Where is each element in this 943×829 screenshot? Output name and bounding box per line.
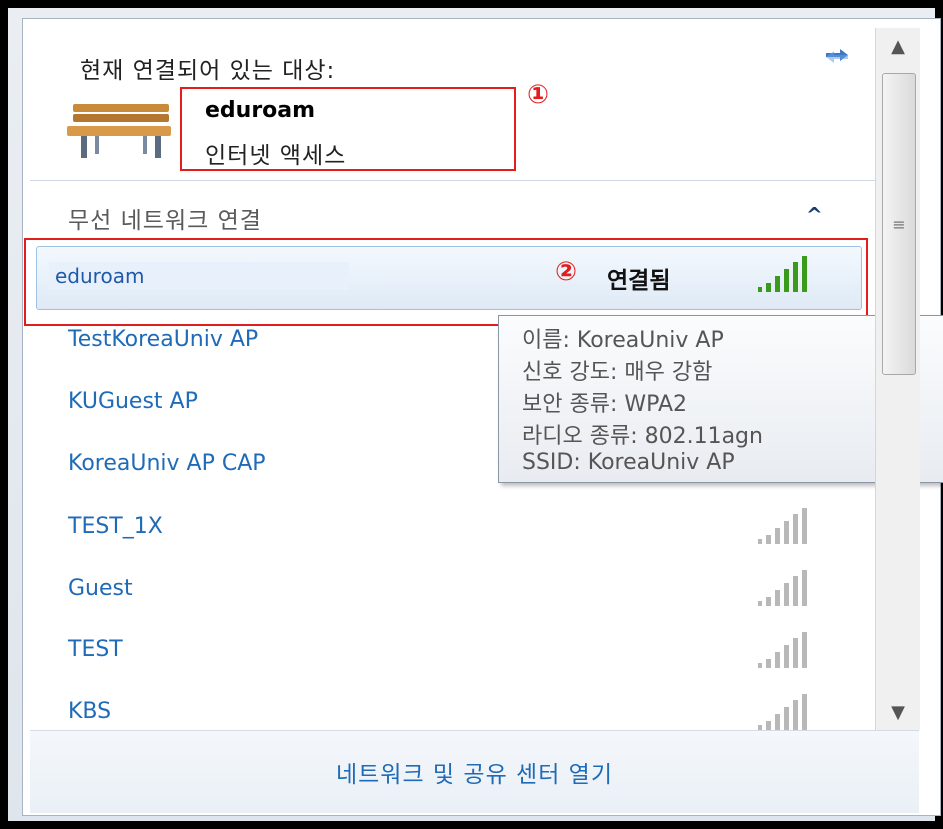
tooltip-line: SSID: KoreaUniv AP: [522, 450, 735, 475]
selected-highlight-box: [24, 238, 868, 326]
connected-title: 현재 연결되어 있는 대상:: [80, 58, 336, 84]
footer-bar: 네트워크 및 공유 센터 열기: [30, 730, 919, 813]
wireless-section-title: 무선 네트워크 연결: [68, 208, 262, 234]
network-item-5-name[interactable]: TEST: [68, 637, 123, 662]
network-item-1-name[interactable]: KUGuest AP: [68, 389, 198, 414]
tooltip-line: 라디오 종류: 802.11agn: [522, 424, 763, 449]
signal-icon: [758, 570, 807, 606]
scroll-thumb[interactable]: ≡: [882, 73, 916, 375]
connected-network-name: eduroam: [205, 98, 316, 123]
scrollbar[interactable]: ▲ ≡ ▼: [875, 28, 920, 730]
collapse-icon[interactable]: ^: [806, 203, 823, 227]
network-item-2-name[interactable]: KoreaUniv AP CAP: [68, 451, 266, 476]
network-item-4-name[interactable]: Guest: [68, 576, 133, 601]
divider: [30, 180, 875, 181]
open-network-center-link[interactable]: 네트워크 및 공유 센터 열기: [30, 731, 919, 813]
tooltip-line: 이름: KoreaUniv AP: [522, 328, 724, 353]
signal-icon: [758, 632, 807, 668]
signal-icon: [758, 508, 807, 544]
scroll-down-icon[interactable]: ▼: [876, 694, 920, 730]
signal-icon: [758, 694, 807, 730]
refresh-icon[interactable]: [822, 45, 852, 67]
network-item-6-name[interactable]: KBS: [68, 699, 111, 724]
tooltip-line: 보안 종류: WPA2: [522, 392, 688, 417]
bench-icon: [67, 104, 171, 158]
scroll-up-icon[interactable]: ▲: [876, 28, 920, 64]
annotation-marker-1: ①: [527, 80, 550, 110]
connected-network-status: 인터넷 액세스: [205, 143, 347, 169]
network-item-0-name[interactable]: TestKoreaUniv AP: [68, 327, 258, 352]
network-item-3-name[interactable]: TEST_1X: [68, 514, 163, 539]
tooltip-line: 신호 강도: 매우 강함: [522, 360, 713, 385]
